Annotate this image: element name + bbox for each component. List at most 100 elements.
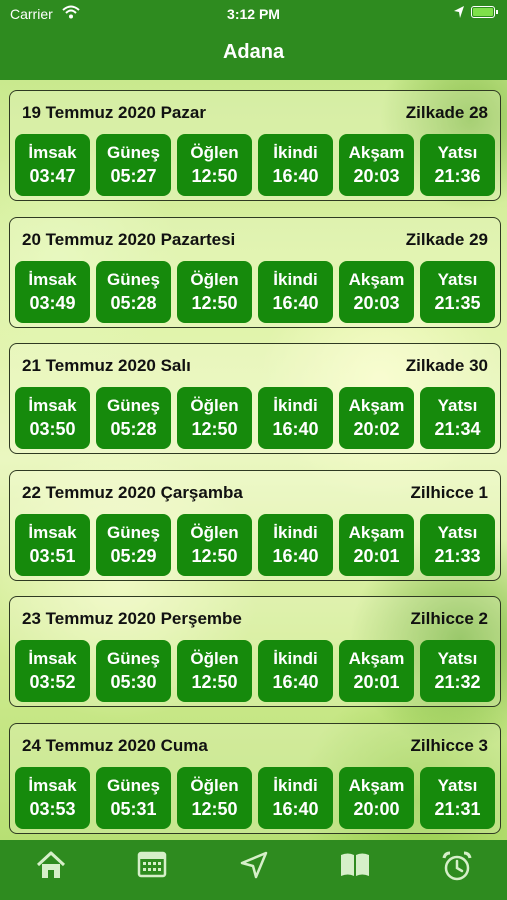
book-icon [341, 853, 369, 876]
prayer-time-tile[interactable]: Güneş 05:31 [96, 766, 171, 829]
prayer-name: İmsak [28, 649, 77, 668]
prayer-time: 05:27 [110, 166, 157, 186]
prayer-time: 21:31 [434, 798, 481, 819]
prayer-name: Yatsı [437, 143, 478, 162]
prayer-time: 20:03 [353, 292, 400, 313]
prayer-time-tile[interactable]: İkindi 16:40 [258, 513, 333, 576]
prayer-time: 21:36 [434, 166, 481, 186]
gregorian-date: 24 Temmuz 2020 Cuma [22, 735, 208, 755]
hijri-date: Zilhicce 2 [410, 609, 488, 628]
prayer-time: 20:01 [353, 545, 400, 566]
prayer-name: Akşam [348, 143, 405, 162]
prayer-row: İmsak 03:51 Güneş 05:29 Öğlen 12:50 İkindi 16:4… [15, 513, 495, 576]
prayer-name: Yatsı [437, 396, 478, 415]
prayer-time-tile[interactable]: Yatsı 21:34 [420, 387, 495, 449]
hijri-date: Zilkade 29 [405, 229, 488, 249]
prayer-name: Öğlen [190, 143, 239, 162]
prayer-time-tile[interactable]: Yatsı 21:36 [420, 134, 495, 196]
prayer-name: Güneş [107, 143, 160, 162]
prayer-time-tile[interactable]: Öğlen 12:50 [177, 387, 252, 449]
location-services-icon [453, 5, 465, 22]
prayer-time-tile[interactable]: Öğlen 12:50 [177, 513, 252, 576]
prayer-time: 12:50 [191, 419, 238, 439]
prayer-time-tile[interactable]: Yatsı 21:31 [420, 766, 495, 829]
prayer-name: Öğlen [190, 396, 239, 415]
prayer-name: Yatsı [437, 269, 478, 289]
prayer-time-tile[interactable]: Yatsı 21:33 [420, 513, 495, 576]
prayer-time-tile[interactable]: İkindi 16:40 [258, 766, 333, 829]
prayer-time: 03:50 [29, 419, 76, 439]
prayer-name: İmsak [28, 775, 77, 795]
prayer-name: Öğlen [190, 522, 239, 542]
prayer-time-tile[interactable]: Akşam 20:01 [339, 640, 414, 702]
prayer-time: 21:33 [434, 545, 481, 566]
prayer-time-tile[interactable]: İmsak 03:50 [15, 387, 90, 449]
status-bar: Carrier 3:12 PM [0, 0, 507, 28]
prayer-time-tile[interactable]: Güneş 05:28 [96, 260, 171, 323]
prayer-time-tile[interactable]: Yatsı 21:35 [420, 260, 495, 323]
prayer-time-tile[interactable]: Akşam 20:01 [339, 513, 414, 576]
day-card: 21 Temmuz 2020 Salı Zilkade 30 İmsak 03:50 G… [9, 343, 501, 454]
prayer-time: 16:40 [272, 798, 319, 819]
prayer-time-tile[interactable]: Öğlen 12:50 [177, 134, 252, 196]
prayer-time-tile[interactable]: Akşam 20:03 [339, 260, 414, 323]
prayer-name: Yatsı [437, 522, 478, 542]
prayer-time: 03:49 [29, 292, 76, 313]
prayer-time: 21:32 [434, 672, 481, 692]
prayer-time: 20:01 [353, 672, 400, 692]
prayer-time-tile[interactable]: Güneş 05:28 [96, 387, 171, 449]
prayer-name: İmsak [28, 396, 77, 415]
day-card: 19 Temmuz 2020 Pazar Zilkade 28 İmsak 03:47… [9, 90, 501, 201]
prayer-time-tile[interactable]: Öğlen 12:50 [177, 766, 252, 829]
prayer-time-tile[interactable]: İkindi 16:40 [258, 260, 333, 323]
prayer-name: Akşam [348, 649, 405, 668]
tab-alarm[interactable] [437, 850, 477, 882]
prayer-time-tile[interactable]: Yatsı 21:32 [420, 640, 495, 702]
prayer-time-tile[interactable]: İmsak 03:52 [15, 640, 90, 702]
prayer-name: Akşam [348, 269, 405, 289]
prayer-time-tile[interactable]: İkindi 16:40 [258, 134, 333, 196]
prayer-time: 20:00 [353, 798, 400, 819]
hijri-date: Zilkade 28 [405, 103, 488, 122]
prayer-name: İmsak [28, 522, 77, 542]
prayer-time-tile[interactable]: Güneş 05:30 [96, 640, 171, 702]
prayer-time: 12:50 [191, 545, 238, 566]
gregorian-date: 22 Temmuz 2020 Çarşamba [22, 482, 243, 502]
prayer-name: Yatsı [437, 649, 478, 668]
prayer-time-tile[interactable]: Öğlen 12:50 [177, 260, 252, 323]
prayer-row: İmsak 03:47 Güneş 05:27 Öğlen 12:50 İkindi 16:4… [15, 134, 495, 196]
prayer-name: İkindi [273, 775, 318, 795]
prayer-time: 20:02 [353, 419, 400, 439]
prayer-name: Güneş [107, 522, 160, 542]
hijri-date: Zilhicce 3 [410, 735, 488, 755]
prayer-time: 12:50 [191, 672, 238, 692]
prayer-row: İmsak 03:50 Güneş 05:28 Öğlen 12:50 İkindi 16:4… [15, 387, 495, 449]
prayer-time-tile[interactable]: Akşam 20:02 [339, 387, 414, 449]
prayer-time-tile[interactable]: Akşam 20:00 [339, 766, 414, 829]
home-icon [36, 851, 66, 878]
calendar-icon [137, 851, 167, 878]
prayer-time-tile[interactable]: Akşam 20:03 [339, 134, 414, 196]
prayer-row: İmsak 03:49 Güneş 05:28 Öğlen 12:50 İkindi 16:4… [15, 260, 495, 323]
tab-home[interactable] [31, 850, 71, 882]
prayer-time-tile[interactable]: İkindi 16:40 [258, 387, 333, 449]
day-card: 22 Temmuz 2020 Çarşamba Zilhicce 1 İmsak 03… [9, 469, 501, 581]
prayer-time-tile[interactable]: İmsak 03:47 [15, 134, 90, 196]
prayer-time-tile[interactable]: Güneş 05:27 [96, 134, 171, 196]
prayer-name: Güneş [107, 649, 160, 668]
prayer-time-tile[interactable]: İmsak 03:53 [15, 766, 90, 829]
prayer-time-tile[interactable]: Öğlen 12:50 [177, 640, 252, 702]
tab-calendar[interactable] [132, 850, 172, 882]
tab-book[interactable] [335, 850, 375, 882]
alarm-clock-icon [442, 851, 472, 881]
gregorian-date: 21 Temmuz 2020 Salı [22, 356, 191, 375]
prayer-time-tile[interactable]: İmsak 03:49 [15, 260, 90, 323]
prayer-times-list[interactable]: 19 Temmuz 2020 Pazar Zilkade 28 İmsak 03:47… [0, 80, 507, 840]
prayer-time-tile[interactable]: İmsak 03:51 [15, 513, 90, 576]
prayer-time: 16:40 [272, 292, 319, 313]
prayer-time-tile[interactable]: Güneş 05:29 [96, 513, 171, 576]
tab-location[interactable] [234, 850, 274, 882]
prayer-name: Akşam [348, 396, 405, 415]
prayer-time-tile[interactable]: İkindi 16:40 [258, 640, 333, 702]
gregorian-date: 19 Temmuz 2020 Pazar [22, 103, 206, 122]
